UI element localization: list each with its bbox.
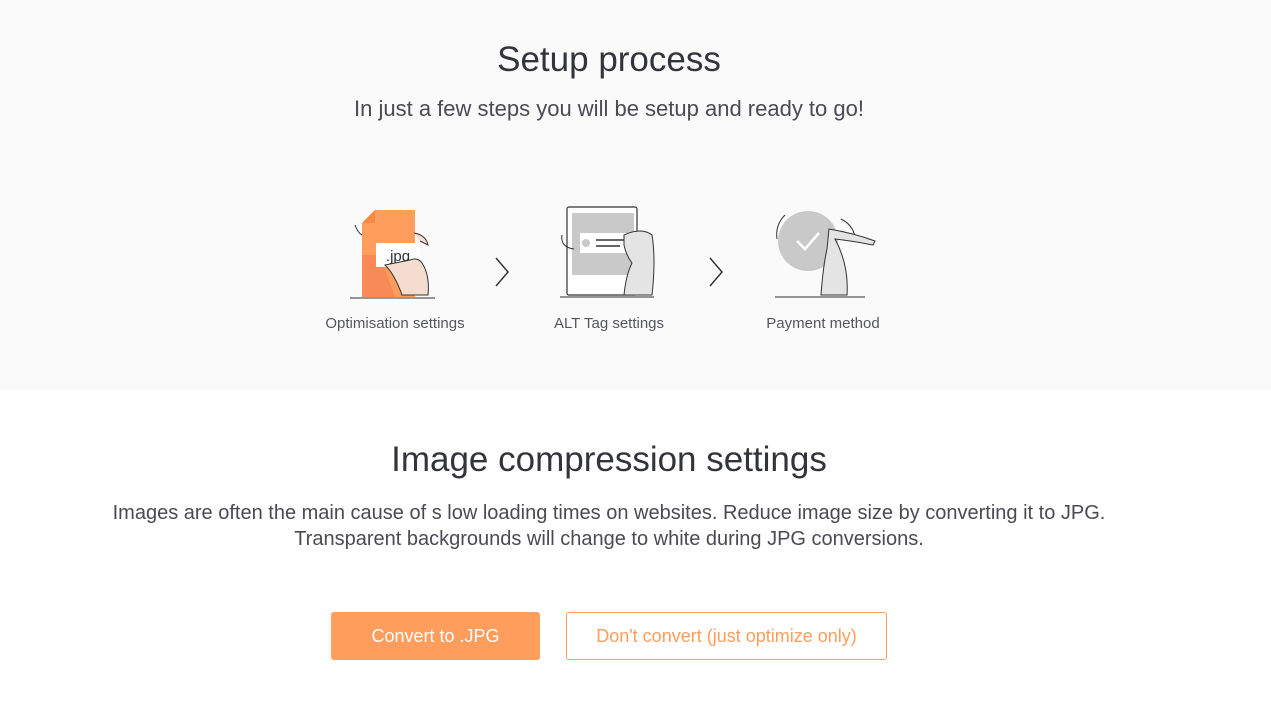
jpg-file-icon: .jpg (350, 210, 435, 299)
chevron-right-icon (495, 257, 509, 287)
step-label-payment: Payment method (766, 315, 880, 332)
step-alt-tag: ALT Tag settings (514, 205, 704, 332)
convert-to-jpg-button[interactable]: Convert to .JPG (331, 612, 540, 660)
compression-title: Image compression settings (391, 440, 827, 479)
chevron-right-icon (709, 257, 723, 287)
alt-tag-icon (560, 206, 655, 298)
step-optimisation: .jpg Optimisation settings (300, 205, 490, 332)
setup-title: Setup process (497, 40, 721, 79)
setup-header: Setup process In just a few steps you wi… (0, 0, 1271, 390)
setup-subtitle: In just a few steps you will be setup an… (354, 96, 864, 121)
dont-convert-button[interactable]: Don't convert (just optimize only) (566, 612, 887, 660)
step-payment: Payment method (728, 205, 918, 332)
step-label-alt-tag: ALT Tag settings (553, 315, 665, 332)
checkmark-circle-icon (775, 211, 876, 298)
compression-description: Images are often the main cause of s low… (112, 502, 1106, 550)
step-label-optimisation: Optimisation settings (325, 315, 465, 332)
